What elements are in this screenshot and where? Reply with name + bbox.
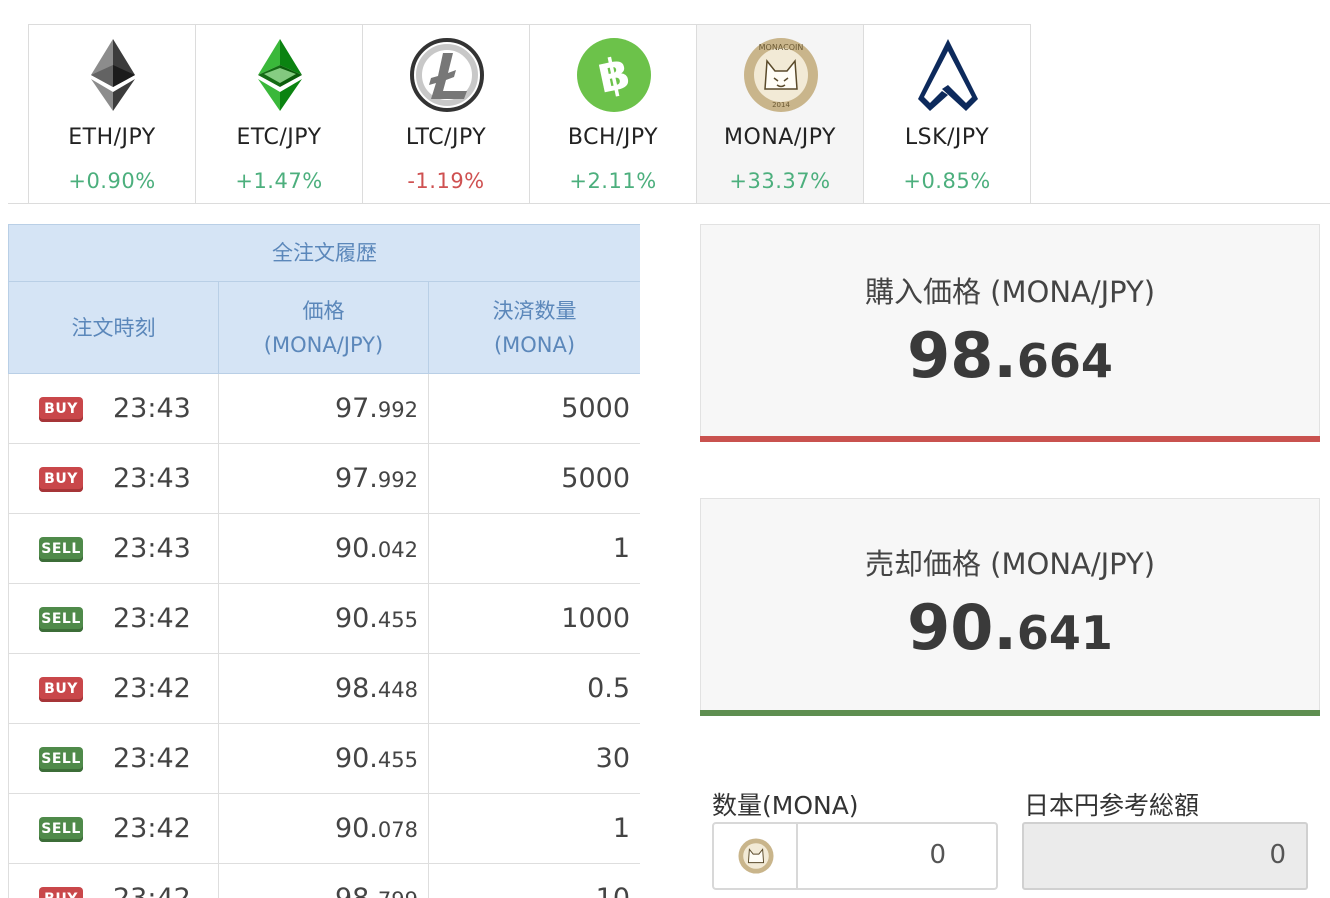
order-price: 98.448	[218, 653, 429, 724]
quantity-input[interactable]: 0	[712, 822, 998, 890]
order-price: 90.455	[218, 583, 429, 654]
order-history-panel: 全注文履歴 注文時刻 価格 (MONA/JPY) 決済数量 (MONA) BUY…	[8, 224, 640, 898]
order-price: 97.992	[218, 443, 429, 514]
total-jpy-field: 0	[1022, 822, 1308, 890]
buy-price-card[interactable]: 購入価格 (MONA/JPY) 98.664	[700, 224, 1320, 442]
tab-pair-label: ETC/JPY	[236, 125, 322, 150]
buy-badge: BUY	[39, 677, 83, 702]
order-price: 90.078	[218, 793, 429, 864]
order-price: 98.799	[218, 863, 429, 898]
tab-ltc-jpy[interactable]: LTC/JPY -1.19%	[362, 24, 530, 204]
sell-price-card[interactable]: 売却価格 (MONA/JPY) 90.641	[700, 498, 1320, 716]
mona-icon: MONACOIN 2014	[744, 38, 818, 112]
table-row: BUY 23:42 98.799 10	[8, 863, 640, 898]
total-value: 0	[1269, 840, 1286, 870]
tab-lsk-jpy[interactable]: LSK/JPY +0.85%	[863, 24, 1031, 204]
order-amount: 1	[427, 513, 640, 584]
ltc-icon	[410, 38, 484, 112]
history-title: 全注文履歴	[8, 224, 640, 282]
sell-badge: SELL	[39, 537, 83, 562]
trading-page: ETH/JPY +0.90% ETC/JPY +1.47% LTC/JPY -1…	[0, 0, 1330, 898]
table-row: SELL 23:42 90.455 1000	[8, 583, 640, 654]
sell-badge: SELL	[39, 747, 83, 772]
order-time: 23:42	[113, 813, 191, 844]
buy-badge: BUY	[39, 397, 83, 422]
order-time: 23:43	[113, 393, 191, 424]
lsk-icon	[918, 39, 978, 111]
order-time: 23:42	[113, 673, 191, 704]
order-time: 23:43	[113, 533, 191, 564]
tab-change: +0.90%	[68, 169, 156, 193]
order-history-table: 全注文履歴 注文時刻 価格 (MONA/JPY) 決済数量 (MONA) BUY…	[8, 224, 640, 898]
order-price: 90.455	[218, 723, 429, 794]
table-row: SELL 23:43 90.042 1	[8, 513, 640, 584]
order-price: 97.992	[218, 373, 429, 444]
order-amount: 10	[427, 863, 640, 898]
sell-accent-bar	[700, 710, 1320, 716]
table-row: BUY 23:42 98.448 0.5	[8, 653, 640, 724]
buy-accent-bar	[700, 436, 1320, 442]
table-row: BUY 23:43 97.992 5000	[8, 373, 640, 444]
sell-badge: SELL	[39, 607, 83, 632]
tab-etc-jpy[interactable]: ETC/JPY +1.47%	[195, 24, 363, 204]
tab-pair-label: BCH/JPY	[567, 125, 659, 150]
mona-coin-text: MONACOIN	[759, 43, 804, 52]
tab-mona-jpy[interactable]: MONACOIN 2014 MONA/JPY +33.37%	[696, 24, 864, 204]
eth-icon	[91, 39, 135, 111]
tab-pair-label: LTC/JPY	[405, 125, 487, 150]
tab-change: +1.47%	[235, 169, 323, 193]
tab-pair-label: LSK/JPY	[904, 125, 990, 150]
col-header-price[interactable]: 価格 (MONA/JPY)	[218, 281, 429, 374]
quantity-value: 0	[929, 840, 946, 870]
tab-eth-jpy[interactable]: ETH/JPY +0.90%	[28, 24, 196, 204]
tab-change: +0.85%	[903, 169, 991, 193]
order-amount: 30	[427, 723, 640, 794]
buy-price-value: 98.664	[907, 319, 1113, 392]
tab-pair-label: MONA/JPY	[724, 125, 836, 150]
etc-icon	[258, 39, 302, 111]
order-price: 90.042	[218, 513, 429, 584]
order-amount: 0.5	[427, 653, 640, 724]
order-time: 23:42	[113, 743, 191, 774]
tab-change: +33.37%	[729, 169, 831, 193]
table-row: SELL 23:42 90.078 1	[8, 793, 640, 864]
tab-change: -1.19%	[407, 169, 485, 193]
buy-badge: BUY	[39, 467, 83, 492]
tab-change: +2.11%	[569, 169, 657, 193]
total-label: 日本円参考総額	[1024, 791, 1200, 820]
order-time: 23:42	[113, 603, 191, 634]
table-row: BUY 23:43 97.992 5000	[8, 443, 640, 514]
mona-coin-year: 2014	[772, 101, 790, 109]
bch-icon: ฿	[577, 38, 651, 112]
sell-badge: SELL	[39, 817, 83, 842]
col-header-time[interactable]: 注文時刻	[8, 281, 219, 374]
order-amount: 5000	[427, 373, 640, 444]
order-time: 23:43	[113, 463, 191, 494]
buy-badge: BUY	[39, 887, 83, 898]
coin-tabs: ETH/JPY +0.90% ETC/JPY +1.47% LTC/JPY -1…	[28, 24, 1031, 204]
sell-price-label: 売却価格 (MONA/JPY)	[864, 547, 1156, 581]
tab-bch-jpy[interactable]: ฿ BCH/JPY +2.11%	[529, 24, 697, 204]
quantity-label: 数量(MONA)	[712, 791, 859, 820]
mona-icon	[738, 838, 774, 874]
order-amount: 1000	[427, 583, 640, 654]
tab-baseline	[8, 203, 1330, 204]
tab-pair-label: ETH/JPY	[68, 125, 156, 150]
sell-price-value: 90.641	[907, 591, 1113, 664]
table-row: SELL 23:42 90.455 30	[8, 723, 640, 794]
buy-price-label: 購入価格 (MONA/JPY)	[864, 275, 1156, 309]
order-amount: 5000	[427, 443, 640, 514]
order-amount: 1	[427, 793, 640, 864]
order-time: 23:42	[113, 883, 191, 898]
col-header-amount[interactable]: 決済数量 (MONA)	[427, 281, 640, 374]
